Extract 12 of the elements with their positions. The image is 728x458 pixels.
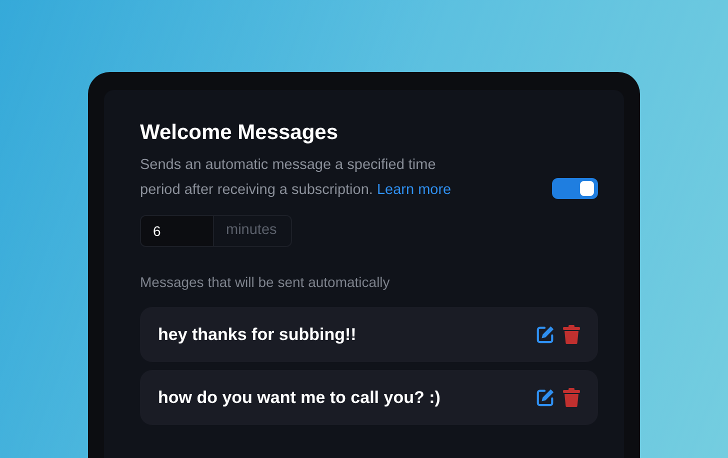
- section-description: Sends an automatic message a specified time period after receiving a subscription. Learn more: [140, 156, 452, 200]
- enable-toggle[interactable]: [552, 178, 598, 200]
- messages-label: Messages that will be sent automatically: [140, 273, 391, 292]
- edit-icon[interactable]: [536, 325, 555, 344]
- edit-icon[interactable]: [536, 388, 555, 408]
- delay-field[interactable]: 6 minutes: [140, 215, 292, 248]
- trash-icon[interactable]: [563, 388, 580, 408]
- learn-more-link[interactable]: Learn more: [376, 182, 452, 198]
- message-text: hey thanks for subbing!!: [158, 324, 358, 346]
- section-title: Welcome Messages: [140, 120, 340, 146]
- message-text: how do you want me to call you? :): [158, 386, 442, 409]
- trash-icon[interactable]: [563, 325, 580, 344]
